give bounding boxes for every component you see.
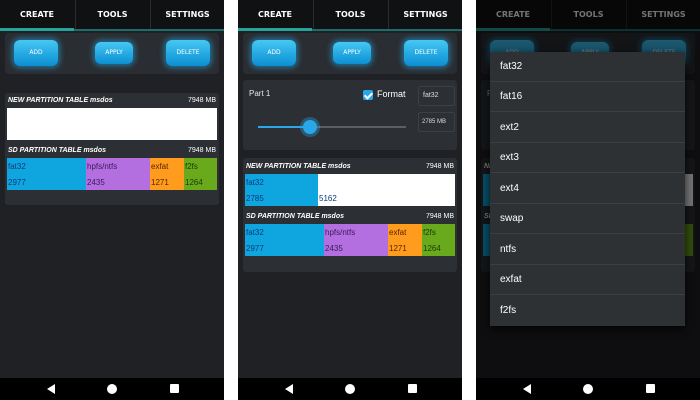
partition-fs: exfat <box>151 162 169 171</box>
new-table-label: NEW PARTITION TABLE msdos <box>246 163 351 170</box>
new-table-bar[interactable] <box>7 108 217 140</box>
home-icon[interactable] <box>345 384 355 394</box>
format-checkbox[interactable] <box>363 90 373 100</box>
tab-bar: CREATE TOOLS SETTINGS <box>0 0 224 31</box>
sd-table-bar: fat32 2977 hpfs/ntfs 2435 exfat 1271 f2fs 12… <box>7 158 217 190</box>
menu-item-ext3[interactable]: ext3 <box>490 143 685 173</box>
partition-size: 5162 <box>319 194 337 203</box>
partition-size: 1264 <box>185 178 203 187</box>
partition-size: 2785 <box>246 194 264 203</box>
new-table-label: NEW PARTITION TABLE msdos <box>8 97 113 104</box>
back-icon[interactable] <box>47 384 55 394</box>
menu-item-ntfs[interactable]: ntfs <box>490 235 685 265</box>
format-label: Format <box>377 89 406 99</box>
partition-size: 2435 <box>325 244 343 253</box>
menu-item-f2fs[interactable]: f2fs <box>490 296 685 326</box>
sd-table-size: 7948 MB <box>187 147 216 154</box>
sd-partition-f2fs[interactable]: f2fs 1264 <box>422 224 455 256</box>
add-button[interactable]: ADD <box>14 40 58 66</box>
partition-size: 2977 <box>246 244 264 253</box>
tab-create[interactable]: CREATE <box>0 0 74 31</box>
menu-item-fat16[interactable]: fat16 <box>490 82 685 112</box>
partition-fs: f2fs <box>185 162 198 171</box>
navigation-bar <box>476 378 700 400</box>
sd-table-label: SD PARTITION TABLE msdos <box>8 147 107 154</box>
partition-size: 2435 <box>87 178 105 187</box>
partition-fs: exfat <box>389 228 407 237</box>
add-button[interactable]: ADD <box>252 40 296 66</box>
partition-fs: hpfs/ntfs <box>87 162 118 171</box>
screen-create-edit: CREATE TOOLS SETTINGS ADD APPLY DELETE P… <box>238 0 462 400</box>
partition-fs: fat32 <box>246 178 264 187</box>
home-icon[interactable] <box>107 384 117 394</box>
tab-bar: CREATE TOOLS SETTINGS <box>238 0 462 31</box>
partition-fs: hpfs/ntfs <box>325 228 356 237</box>
partition-size: 1264 <box>423 244 441 253</box>
sd-table-bar: fat32 2977 hpfs/ntfs 2435 exfat 1271 f2fs 12… <box>245 224 455 256</box>
sd-partition-f2fs[interactable]: f2fs 1264 <box>184 158 217 190</box>
action-button-panel: ADD APPLY DELETE <box>5 33 219 74</box>
navigation-bar <box>0 378 224 400</box>
filesystem-menu: fat32 fat16 ext2 ext3 ext4 swap ntfs exf… <box>490 52 685 326</box>
apply-button[interactable]: APPLY <box>95 42 133 64</box>
menu-item-swap[interactable]: swap <box>490 204 685 234</box>
navigation-bar <box>238 378 462 400</box>
menu-item-ext4[interactable]: ext4 <box>490 174 685 204</box>
sd-table-size: 7948 MB <box>425 213 454 220</box>
slider-thumb[interactable] <box>302 120 317 134</box>
filesystem-select[interactable]: fat32 <box>418 86 455 106</box>
partition-card: NEW PARTITION TABLE msdos 7948 MB SD PAR… <box>5 93 219 205</box>
menu-item-fat32[interactable]: fat32 <box>490 52 685 82</box>
new-partition-free[interactable]: 5162 <box>318 174 455 206</box>
partition-fs: fat32 <box>8 162 26 171</box>
new-table-size: 7948 MB <box>425 163 454 170</box>
partition-fs: fat32 <box>246 228 264 237</box>
screen-create: CREATE TOOLS SETTINGS ADD APPLY DELETE N… <box>0 0 224 400</box>
recent-apps-icon[interactable] <box>408 384 417 393</box>
partition-editor: Part 1 Format fat32 2785 MB <box>243 80 457 150</box>
sd-partition-fat32[interactable]: fat32 2977 <box>245 224 324 256</box>
new-table-size: 7948 MB <box>187 97 216 104</box>
part-label: Part 1 <box>249 89 271 98</box>
partition-size: 1271 <box>389 244 407 253</box>
new-partition-fat32[interactable]: fat32 2785 <box>245 174 318 206</box>
delete-button[interactable]: DELETE <box>404 40 448 66</box>
action-button-panel: ADD APPLY DELETE <box>243 33 457 74</box>
new-table-bar: fat32 2785 5162 <box>245 174 455 206</box>
sd-partition-ntfs[interactable]: hpfs/ntfs 2435 <box>324 224 388 256</box>
sd-partition-ntfs[interactable]: hpfs/ntfs 2435 <box>86 158 150 190</box>
recent-apps-icon[interactable] <box>646 384 655 393</box>
delete-button[interactable]: DELETE <box>166 40 210 66</box>
menu-item-ext2[interactable]: ext2 <box>490 113 685 143</box>
tab-tools[interactable]: TOOLS <box>313 0 387 29</box>
size-input[interactable]: 2785 MB <box>418 112 455 132</box>
partition-fs: f2fs <box>423 228 436 237</box>
tab-tools[interactable]: TOOLS <box>75 0 149 29</box>
partition-size: 1271 <box>151 178 169 187</box>
back-icon[interactable] <box>523 384 531 394</box>
recent-apps-icon[interactable] <box>170 384 179 393</box>
tab-settings[interactable]: SETTINGS <box>150 0 224 29</box>
screen-filesystem-menu: CREATE TOOLS SETTINGS ADD APPLY DELETE P… <box>476 0 700 400</box>
apply-button[interactable]: APPLY <box>333 42 371 64</box>
tab-settings[interactable]: SETTINGS <box>388 0 462 29</box>
partition-size: 2977 <box>8 178 26 187</box>
sd-partition-fat32[interactable]: fat32 2977 <box>7 158 86 190</box>
sd-table-label: SD PARTITION TABLE msdos <box>246 213 345 220</box>
sd-partition-exfat[interactable]: exfat 1271 <box>388 224 422 256</box>
partition-card: NEW PARTITION TABLE msdos 7948 MB fat32 2… <box>243 158 457 272</box>
menu-item-exfat[interactable]: exfat <box>490 265 685 295</box>
back-icon[interactable] <box>285 384 293 394</box>
tab-create[interactable]: CREATE <box>238 0 312 31</box>
sd-partition-exfat[interactable]: exfat 1271 <box>150 158 184 190</box>
home-icon[interactable] <box>583 384 593 394</box>
size-slider[interactable] <box>258 120 406 134</box>
